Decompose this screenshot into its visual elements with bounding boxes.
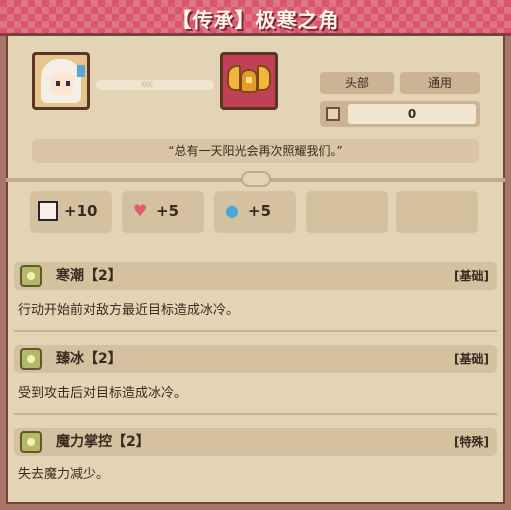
- hero-portrait-icon[interactable]: [32, 52, 90, 110]
- transfer-bar: [96, 80, 214, 90]
- item-quote: “总有一天阳光会再次照耀我们。”: [32, 139, 479, 163]
- stat-value: +10: [64, 202, 98, 220]
- title-banner: 【传承】极寒之角: [0, 0, 511, 36]
- stat-empty-slot: [396, 191, 478, 233]
- book-icon: [38, 201, 58, 221]
- skill-tag: [基础]: [454, 269, 489, 283]
- left-arrows-icon: ‹‹‹: [140, 74, 154, 93]
- skill-header[interactable]: 寒潮【2】 [基础]: [14, 262, 497, 290]
- skill-name: 臻冰【2】: [56, 351, 122, 367]
- skill-name: 魔力掌控【2】: [56, 434, 150, 450]
- stat-value: +5: [248, 202, 272, 220]
- slot-chip: 头部: [320, 72, 394, 94]
- item-title: 【传承】极寒之角: [171, 8, 340, 32]
- stat-value: +5: [156, 202, 180, 220]
- heart-icon: ♥: [132, 201, 148, 220]
- skill-tag: [特殊]: [454, 435, 489, 449]
- skill-header[interactable]: 魔力掌控【2】 [特殊]: [14, 428, 497, 456]
- stat-book: +10: [30, 191, 112, 233]
- stat-heart: ♥ +5: [122, 191, 204, 233]
- quantity-box: 0: [320, 101, 480, 127]
- stat-empty-slot: [306, 191, 388, 233]
- skill-gem-icon: [20, 348, 42, 370]
- skill-description: 行动开始前对敌方最近目标造成冰冷。: [18, 303, 240, 318]
- skill-name: 寒潮【2】: [56, 268, 122, 284]
- skill-separator: [14, 330, 497, 332]
- skill-tag: [基础]: [454, 352, 489, 366]
- skill-separator: [14, 413, 497, 415]
- frost-horn-icon[interactable]: [220, 52, 278, 110]
- type-chip: 通用: [400, 72, 480, 94]
- skill-header[interactable]: 臻冰【2】 [基础]: [14, 345, 497, 373]
- skill-description: 受到攻击后对目标造成冰冷。: [18, 386, 188, 401]
- skill-description: 失去魔力减少。: [18, 467, 110, 482]
- inventory-icon: [326, 107, 340, 121]
- water-drop-icon: ●: [225, 201, 239, 220]
- divider-ornament: [241, 171, 271, 187]
- skill-gem-icon: [20, 265, 42, 287]
- stat-water: ● +5: [214, 191, 296, 233]
- quantity-value: 0: [348, 104, 476, 124]
- skill-gem-icon: [20, 431, 42, 453]
